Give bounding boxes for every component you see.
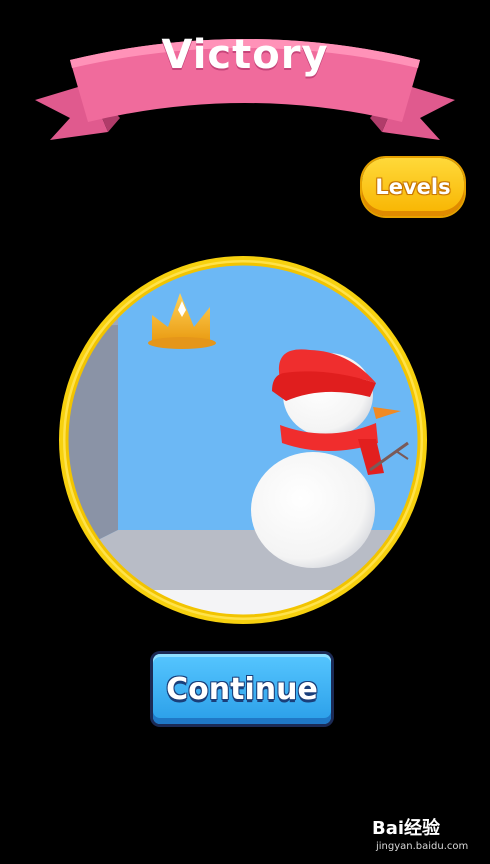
continue-button-face: Continue (153, 654, 331, 724)
watermark: Bai经验 jingyan.baidu.com (372, 814, 482, 860)
continue-button-label: Continue (166, 671, 318, 707)
levels-button-label: Levels (375, 175, 451, 199)
watermark-logo: Bai经验 (372, 818, 441, 839)
page-title: Victory (161, 32, 329, 78)
watermark-url: jingyan.baidu.com (376, 841, 469, 852)
continue-button[interactable]: Continue (150, 651, 334, 727)
victory-scene (59, 256, 427, 624)
levels-button[interactable]: Levels (362, 158, 464, 216)
